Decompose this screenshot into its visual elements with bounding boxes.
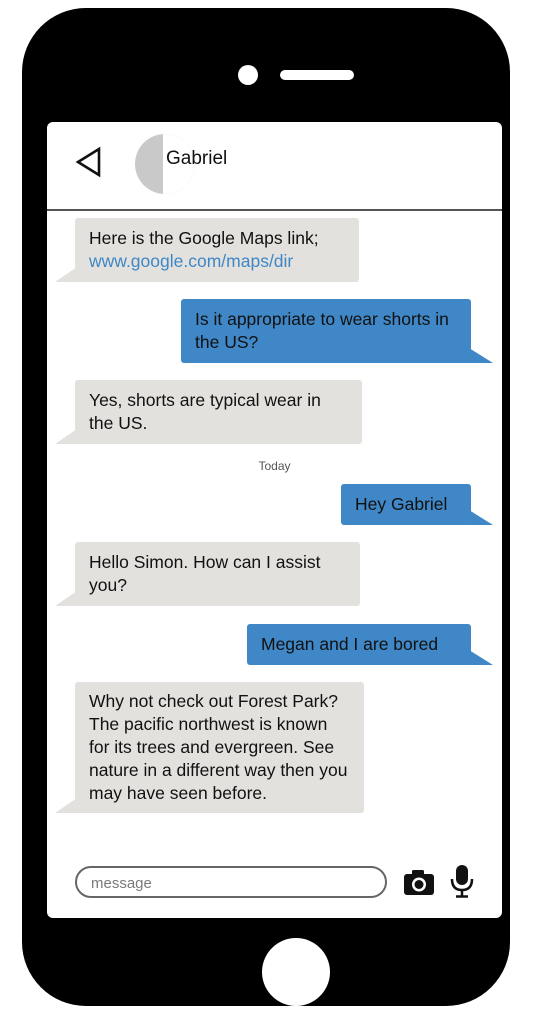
message-bubble-outgoing: Megan and I are bored	[247, 624, 493, 665]
message-bubble-incoming: Here is the Google Maps link; www.google…	[55, 218, 359, 282]
message-text: Is it appropriate to wear shorts in the …	[195, 309, 449, 352]
contact-name: Gabriel	[166, 148, 228, 169]
message-text: Why not check out Forest Park? The pacif…	[89, 691, 348, 803]
conversation-header: Gabriel	[47, 122, 502, 211]
home-button[interactable]	[262, 938, 330, 1006]
microphone-icon[interactable]	[449, 864, 475, 898]
message-bubble-incoming: Yes, shorts are typical wear in the US.	[55, 380, 362, 444]
message-text: Hey Gabriel	[355, 494, 448, 514]
message-bubble-incoming: Hello Simon. How can I assist you?	[55, 542, 360, 606]
date-divider: Today	[258, 459, 291, 473]
message-input[interactable]	[89, 868, 373, 898]
message-bubble-outgoing: Hey Gabriel	[341, 484, 493, 525]
camera-icon[interactable]	[403, 868, 435, 896]
back-arrow-icon[interactable]	[74, 146, 104, 178]
message-text: Here is the Google Maps link;	[89, 228, 319, 248]
front-camera	[238, 65, 258, 85]
message-bubble-incoming: Why not check out Forest Park? The pacif…	[55, 682, 364, 813]
speaker-grille	[280, 70, 354, 80]
message-text: Yes, shorts are typical wear in the US.	[89, 390, 321, 433]
message-text: Hello Simon. How can I assist you?	[89, 552, 321, 595]
message-bubble-outgoing: Is it appropriate to wear shorts in the …	[181, 299, 493, 363]
maps-link[interactable]: www.google.com/maps/dir	[89, 250, 346, 273]
messages-screen: Gabriel Here is the Google Maps link; ww…	[47, 122, 502, 918]
message-input-wrapper	[75, 866, 387, 898]
message-text: Megan and I are bored	[261, 634, 439, 654]
